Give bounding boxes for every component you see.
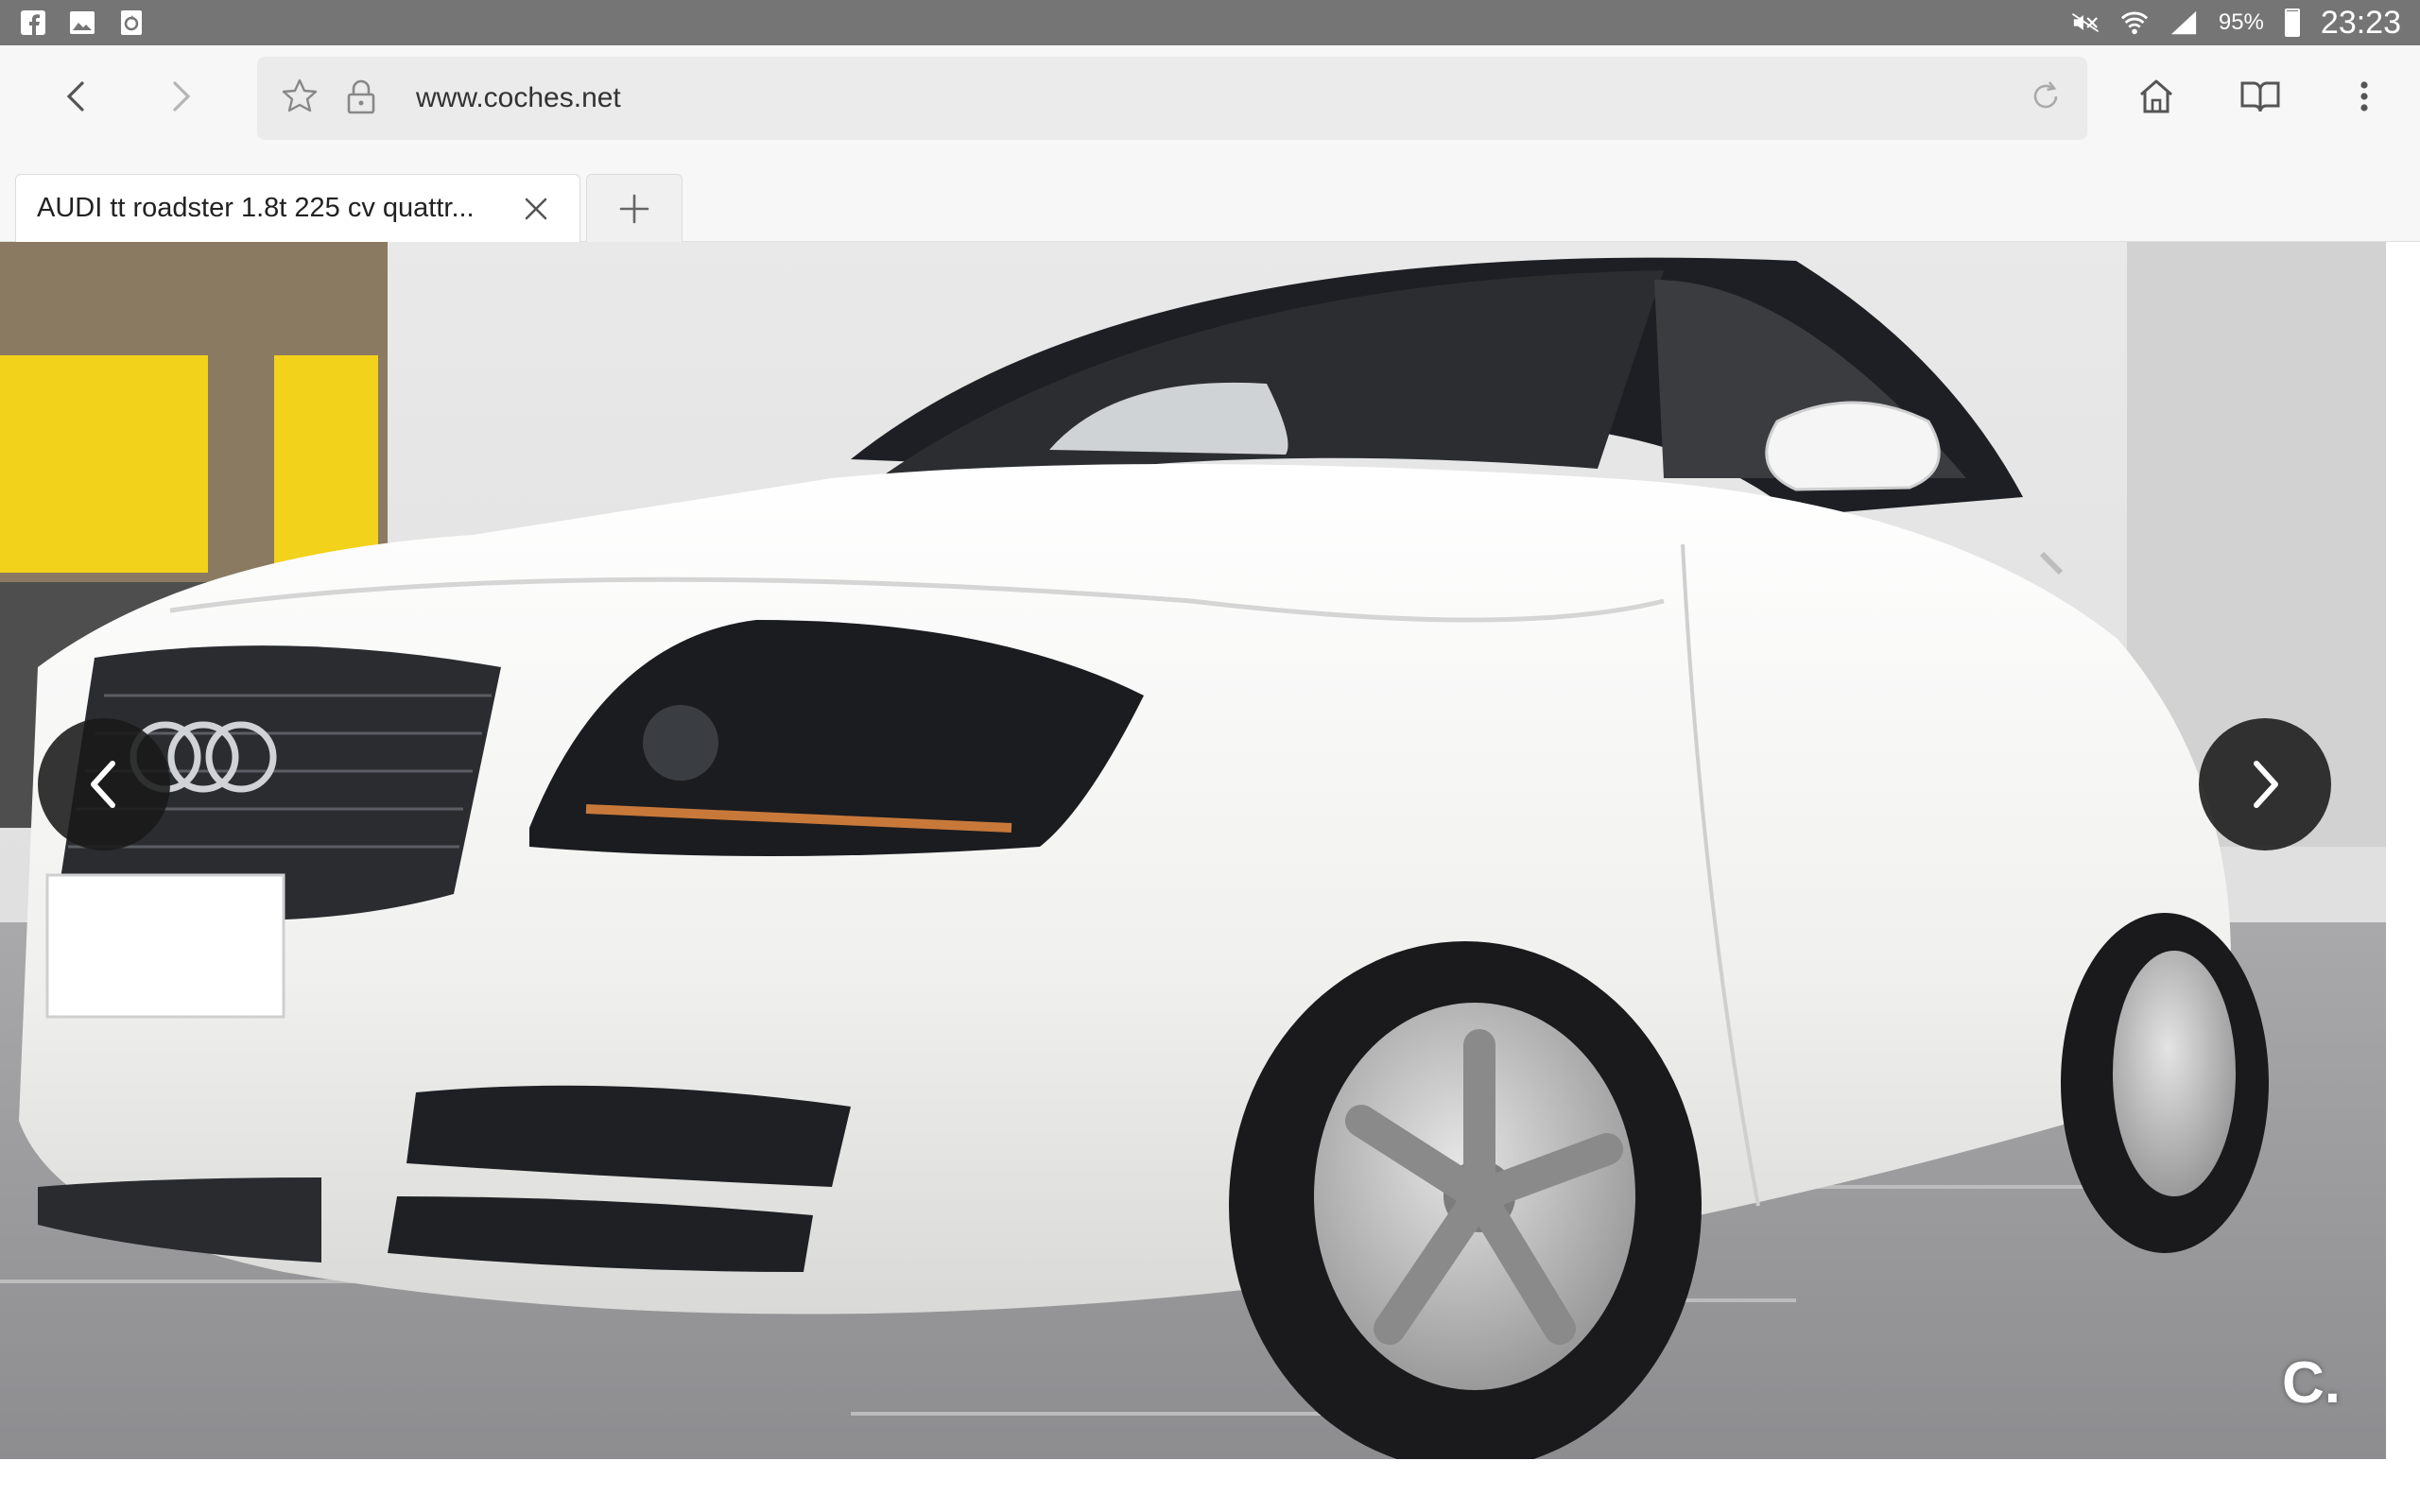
home-icon (2135, 76, 2177, 122)
battery-percent: 95% (2218, 9, 2264, 35)
browser-toolbar: www.coches.net (0, 45, 2420, 151)
status-bar: 95% 23:23 (0, 0, 2420, 45)
address-bar[interactable]: www.coches.net (257, 57, 2087, 140)
status-left-icons (19, 9, 146, 37)
forward-icon (162, 77, 199, 120)
clock: 23:23 (2320, 4, 2401, 41)
battery-icon (2284, 9, 2300, 37)
new-tab-button[interactable] (586, 174, 683, 242)
reader-book-icon (2238, 77, 2282, 120)
car-photo: C. (0, 242, 2386, 1459)
gallery-icon (68, 9, 96, 37)
bookmark-star-icon[interactable] (280, 77, 320, 121)
recycle-icon (117, 9, 146, 37)
more-menu-button[interactable] (2312, 45, 2416, 151)
back-button[interactable] (25, 45, 129, 151)
gallery-next-button[interactable] (2199, 718, 2331, 850)
lock-icon (344, 77, 378, 120)
status-right-icons: 95% 23:23 (2071, 5, 2401, 42)
facebook-icon (19, 9, 47, 37)
mute-icon (2071, 9, 2100, 37)
tab-title: AUDI tt roadster 1.8t 225 cv quattr... (37, 193, 475, 223)
reader-mode-button[interactable] (2208, 45, 2312, 151)
chevron-right-icon (2254, 761, 2278, 808)
car-image (0, 242, 2386, 1459)
reload-icon[interactable] (2027, 77, 2065, 120)
tab-strip: AUDI tt roadster 1.8t 225 cv quattr... (0, 151, 2420, 242)
forward-button[interactable] (129, 45, 233, 151)
gallery-prev-button[interactable] (38, 718, 170, 850)
page-content-below (0, 1459, 2420, 1512)
tab-close-button[interactable] (513, 186, 559, 232)
plus-icon (619, 194, 649, 223)
battery-level (2286, 11, 2298, 35)
chevron-left-icon (91, 761, 115, 808)
home-button[interactable] (2104, 45, 2208, 151)
url-text[interactable]: www.coches.net (416, 82, 621, 114)
wifi-icon (2120, 9, 2149, 37)
back-icon (58, 77, 95, 120)
tab-active[interactable]: AUDI tt roadster 1.8t 225 cv quattr... (15, 174, 580, 242)
more-vert-icon (2357, 77, 2372, 120)
close-icon (525, 198, 547, 219)
signal-icon (2169, 9, 2198, 37)
photo-watermark: C. (2282, 1350, 2341, 1416)
toolbar-right (2104, 45, 2420, 151)
